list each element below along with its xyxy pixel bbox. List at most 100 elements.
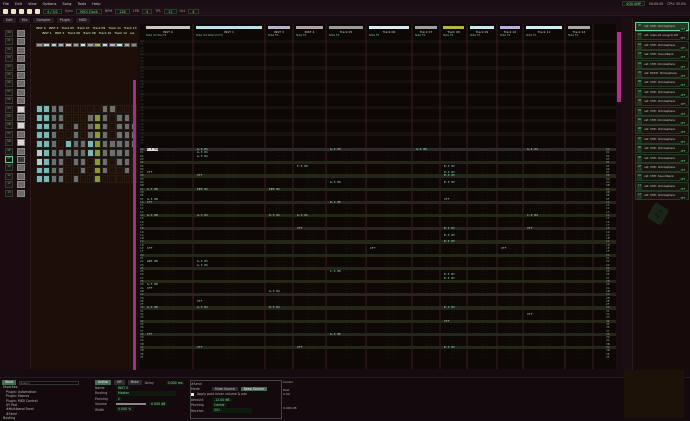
receive-select[interactable]: S01 xyxy=(212,408,252,413)
matrix-slot[interactable] xyxy=(87,166,94,175)
menu-item-help[interactable]: Help xyxy=(92,2,100,6)
matrix-slot[interactable] xyxy=(65,140,72,148)
note-cell[interactable]: G-3 05 xyxy=(330,180,341,184)
matrix-slot[interactable] xyxy=(65,149,72,157)
note-cell[interactable]: C-4 04 xyxy=(147,147,158,152)
menu-item-edit[interactable]: Edit xyxy=(15,2,22,6)
instrument-item[interactable]: 10 vst: VSTi: Soundbank OFF xyxy=(635,172,689,182)
matrix-slot[interactable] xyxy=(123,166,131,175)
sequence-number[interactable]: 05 xyxy=(5,72,13,79)
empty-cell[interactable]: --- .. xyxy=(576,356,585,359)
post-value[interactable]: 0.00 xyxy=(283,392,323,396)
sequence-number[interactable]: 01 xyxy=(5,38,13,46)
matrix-slot[interactable] xyxy=(87,122,94,131)
matrix-slot[interactable] xyxy=(57,175,65,184)
note-cell[interactable]: OFF xyxy=(147,332,152,336)
matrix-slot[interactable] xyxy=(72,140,79,148)
instrument-item[interactable]: 02 vst: VSTi: Omnisphere OFF xyxy=(635,40,689,50)
matrix-slot[interactable] xyxy=(101,149,109,157)
note-cell[interactable]: OFF xyxy=(501,246,506,250)
note-cell[interactable]: G-4 04 xyxy=(527,147,538,151)
matrix-slot[interactable] xyxy=(36,140,43,148)
matrix-slot[interactable] xyxy=(94,122,101,131)
note-cell[interactable]: OFF xyxy=(197,174,202,178)
note-cell[interactable]: A-3 01 xyxy=(197,263,208,267)
matrix-slot[interactable] xyxy=(94,113,101,122)
track-header-color[interactable] xyxy=(329,26,363,29)
follow-button[interactable] xyxy=(35,8,40,14)
matrix-slot[interactable] xyxy=(116,166,123,175)
instrument-item[interactable]: 11 vst: VSTi: Omnisphere OFF xyxy=(635,181,689,191)
loop-button[interactable] xyxy=(11,8,16,14)
matrix-slot[interactable] xyxy=(50,131,58,140)
matrix-track-color[interactable] xyxy=(109,43,116,47)
matrix-slot[interactable] xyxy=(43,113,50,122)
matrix-slot[interactable] xyxy=(43,149,50,157)
matrix-slot[interactable] xyxy=(123,113,131,122)
width-field[interactable]: 0.000 % xyxy=(116,407,134,412)
tab-sampler[interactable]: Sampler xyxy=(33,17,54,23)
matrix-slot[interactable] xyxy=(109,166,116,175)
matrix-slot[interactable] xyxy=(43,175,50,184)
note-cell[interactable]: OFF xyxy=(147,200,152,204)
note-cell[interactable]: D-3 05 xyxy=(330,200,341,204)
note-cell[interactable]: OFF xyxy=(147,246,152,250)
note-cell[interactable]: G-3 00 xyxy=(147,306,158,310)
search-input[interactable] xyxy=(19,380,80,385)
matrix-slot[interactable] xyxy=(72,166,79,175)
empty-cell[interactable]: --- .. xyxy=(479,356,488,359)
track-header-color[interactable] xyxy=(443,26,464,29)
sequence-slot[interactable] xyxy=(17,46,25,54)
post-db[interactable]: 0.000 dB xyxy=(283,406,323,410)
matrix-slot[interactable] xyxy=(50,175,58,184)
matrix-track-color[interactable] xyxy=(50,43,58,47)
bpm-field[interactable]: 128 xyxy=(115,8,130,14)
routing-select[interactable]: Master xyxy=(116,391,176,396)
instrument-volume[interactable]: OFF xyxy=(679,197,686,201)
off-button[interactable]: Off xyxy=(113,380,125,385)
note-cell[interactable]: OFF xyxy=(197,345,202,349)
sequence-slot[interactable] xyxy=(17,147,25,155)
empty-cell[interactable]: --- .. xyxy=(226,356,235,359)
matrix-slot[interactable] xyxy=(116,140,123,148)
matrix-slot[interactable] xyxy=(50,149,58,157)
note-cell[interactable]: E-3 07 xyxy=(444,164,455,168)
track-header-color[interactable] xyxy=(526,26,562,29)
instrument-item[interactable]: 08 vst: VSTi: Omnisphere OFF xyxy=(635,97,689,107)
sequence-slot[interactable] xyxy=(17,30,25,37)
note-cell[interactable]: D-3 01 xyxy=(269,213,280,217)
matrix-slot[interactable] xyxy=(101,157,109,166)
empty-cell[interactable]: --- .. xyxy=(343,356,352,359)
matrix-slot[interactable] xyxy=(101,140,109,148)
matrix-slot[interactable] xyxy=(123,157,131,166)
note-cell[interactable]: G-3 01 xyxy=(269,289,280,293)
track-header-color[interactable] xyxy=(146,26,190,29)
matrix-track-color[interactable] xyxy=(72,43,79,47)
note-cell[interactable]: G-3 05 xyxy=(330,332,341,336)
note-cell[interactable]: C-3 05 xyxy=(330,269,341,273)
menu-item-song[interactable]: Song xyxy=(62,2,71,6)
note-cell[interactable]: G-3 06 xyxy=(416,147,427,151)
tab-mix[interactable]: Mix xyxy=(18,17,31,23)
matrix-slot[interactable] xyxy=(57,149,65,157)
octave-field[interactable]: 4 xyxy=(188,8,199,14)
matrix-slot[interactable] xyxy=(50,166,58,175)
matrix-slot[interactable] xyxy=(101,105,109,113)
instrument-item[interactable]: 07 vst: VSTi: Omnisphere OFF xyxy=(635,87,689,97)
matrix-track-color[interactable] xyxy=(123,43,131,47)
note-cell[interactable]: OFF xyxy=(527,226,532,230)
matrix-track-color[interactable] xyxy=(116,43,123,47)
note-cell[interactable]: F#3 01 xyxy=(197,187,208,191)
sequence-number[interactable]: 12 xyxy=(5,181,13,189)
sequence-slot[interactable] xyxy=(17,72,25,79)
track-header-color[interactable] xyxy=(268,26,290,29)
instrument-item[interactable]: 06 vst: VSTi: Omnisphere OFF xyxy=(635,78,689,88)
note-cell[interactable]: D-3 01 xyxy=(269,306,280,310)
note-cell[interactable]: E-3 07 xyxy=(444,276,455,280)
sequence-number[interactable]: 13 xyxy=(5,189,13,197)
empty-cell[interactable]: --- .. xyxy=(423,356,432,359)
matrix-slot[interactable] xyxy=(109,157,116,166)
note-cell[interactable]: E-3 07 xyxy=(444,240,455,244)
active-button[interactable]: Active xyxy=(95,380,111,385)
apply-checkbox[interactable] xyxy=(191,392,194,396)
